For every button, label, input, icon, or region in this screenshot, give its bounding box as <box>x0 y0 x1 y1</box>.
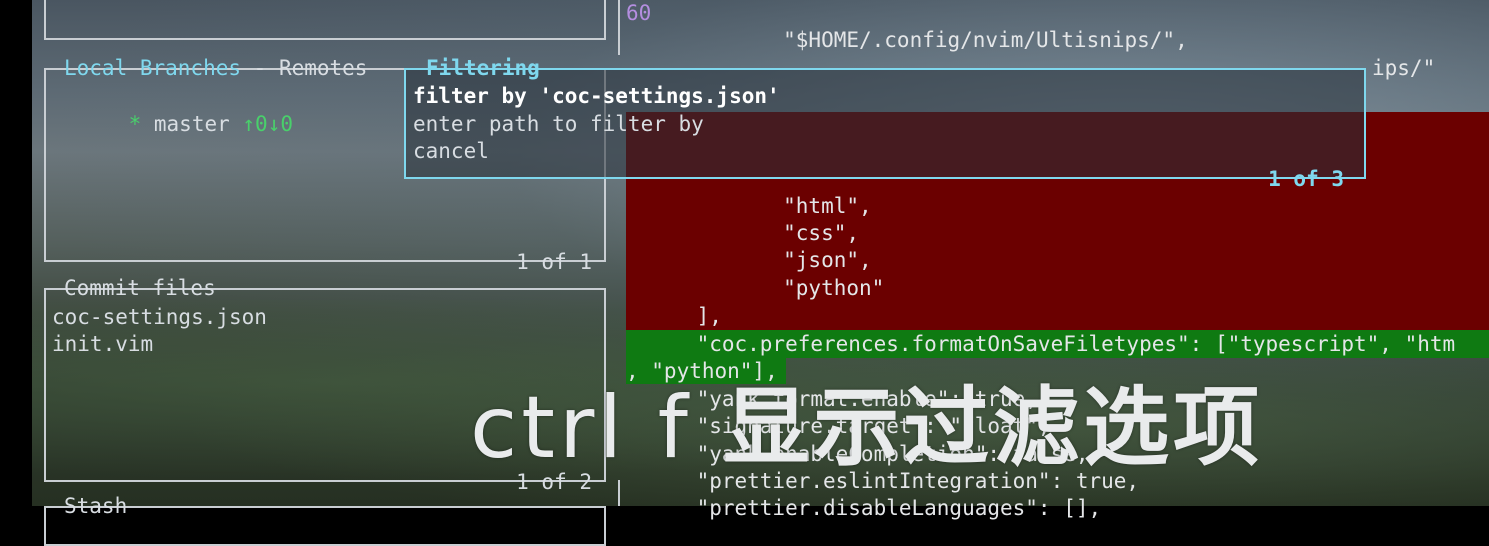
code-line: ], <box>646 304 722 328</box>
code-line: "$HOME/.config/nvim/Ultisnips/", <box>682 28 1188 52</box>
caption-shortcut: ctrl f <box>470 378 692 478</box>
code-line: ips/" <box>1372 56 1436 80</box>
filter-option-enter-path[interactable]: enter path to filter by <box>413 111 704 138</box>
line-number: 60 <box>626 1 652 25</box>
title-separator: - <box>241 56 279 80</box>
code-line: "json", <box>682 248 872 272</box>
filter-option-cancel[interactable]: cancel <box>413 138 489 165</box>
branch-name: master <box>153 112 230 136</box>
filter-option-selected[interactable]: filter by 'coc-settings.json' <box>413 83 780 110</box>
file-item[interactable]: coc-settings.json <box>52 304 267 331</box>
video-caption: ctrl f 显示过滤选项 <box>470 378 1263 478</box>
commit-files-title: Commit files <box>64 276 216 300</box>
stash-panel[interactable]: Stash <box>44 494 606 546</box>
branch-item-master[interactable]: * master ↑0↓0 <box>78 84 293 165</box>
file-item[interactable]: init.vim <box>52 331 153 358</box>
current-branch-marker: * <box>128 112 142 136</box>
code-line: "prettier.disableLanguages": [], <box>646 496 1102 520</box>
branches-counter: 1 of 1 <box>516 250 592 274</box>
filter-menu-counter: 1 of 3 <box>1268 167 1344 191</box>
stash-title: Stash <box>64 494 128 518</box>
tab-local-branches[interactable]: Local Branches <box>64 56 241 80</box>
filter-menu-title: Filtering <box>426 56 540 80</box>
branch-ahead-behind: ↑0↓0 <box>242 112 293 136</box>
code-line: "css", <box>682 221 860 245</box>
code-line: "html", <box>682 194 872 218</box>
code-line: "python" <box>682 276 885 300</box>
code-line: "coc.preferences.formatOnSaveFiletypes":… <box>646 332 1456 356</box>
tab-remotes[interactable]: Remotes <box>279 56 368 80</box>
branches-panel-title: Local Branches - Remotes <box>60 56 371 80</box>
status-panel[interactable] <box>44 0 606 40</box>
filter-menu[interactable]: Filtering filter by 'coc-settings.json' … <box>404 56 1366 191</box>
caption-chinese: 显示过滤选项 <box>723 378 1264 478</box>
